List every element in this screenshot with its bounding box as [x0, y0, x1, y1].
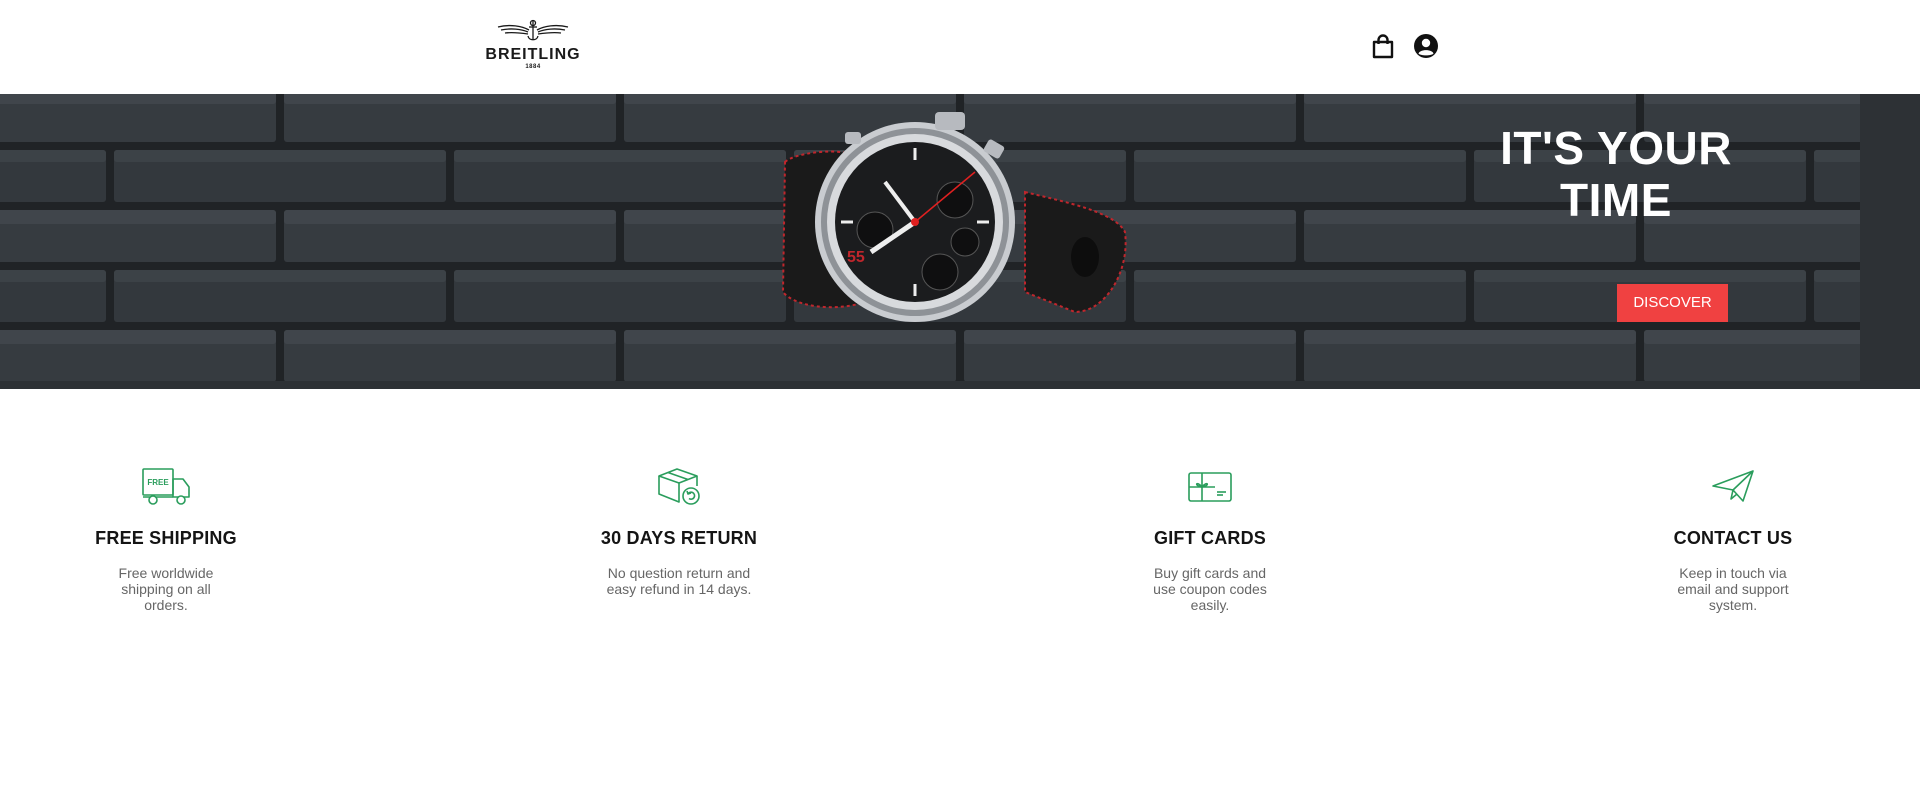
feature-title: CONTACT US: [1673, 528, 1793, 548]
discover-button[interactable]: DISCOVER: [1617, 284, 1728, 322]
user-account-icon[interactable]: [1412, 32, 1440, 60]
free-shipping-truck-icon: FREE: [142, 468, 190, 505]
feature-description: Free worldwide shipping on all orders.: [118, 565, 214, 613]
gift-card-icon: [1188, 472, 1232, 502]
feature-contact-us: CONTACT US Keep in touch via email and s…: [1603, 466, 1863, 613]
breitling-logo[interactable]: BREITLING 1884: [480, 18, 586, 72]
site-header: BREITLING 1884: [0, 0, 1920, 94]
paper-plane-icon: [1712, 470, 1754, 502]
svg-text:FREE: FREE: [147, 478, 169, 487]
feature-free-shipping: FREE FREE SHIPPING Free worldwide shippi…: [36, 466, 296, 613]
chronograph-watch-image: 55: [781, 112, 1127, 322]
brand-wordmark: BREITLING: [485, 46, 581, 63]
feature-title: 30 DAYS RETURN: [600, 528, 758, 548]
feature-description: No question return and easy refund in 14…: [606, 565, 752, 597]
feature-description: Keep in touch via email and support syst…: [1677, 565, 1789, 613]
svg-text:55: 55: [847, 249, 865, 266]
feature-title: FREE SHIPPING: [95, 528, 237, 548]
return-box-icon: [658, 468, 700, 505]
winged-anchor-logo-icon: [497, 19, 569, 41]
hero-title: IT'S YOUR TIME: [1500, 122, 1732, 226]
feature-description: Buy gift cards and use coupon codes easi…: [1153, 565, 1267, 613]
hero-banner: 55 IT'S YOUR TIME DISCOVER: [0, 94, 1920, 389]
feature-30-days-return: 30 DAYS RETURN No question return and ea…: [549, 466, 809, 597]
feature-gift-cards: GIFT CARDS Buy gift cards and use coupon…: [1080, 466, 1340, 613]
shopping-bag-icon[interactable]: [1369, 32, 1397, 60]
feature-title: GIFT CARDS: [1154, 528, 1266, 548]
brand-year: 1884: [525, 64, 541, 70]
